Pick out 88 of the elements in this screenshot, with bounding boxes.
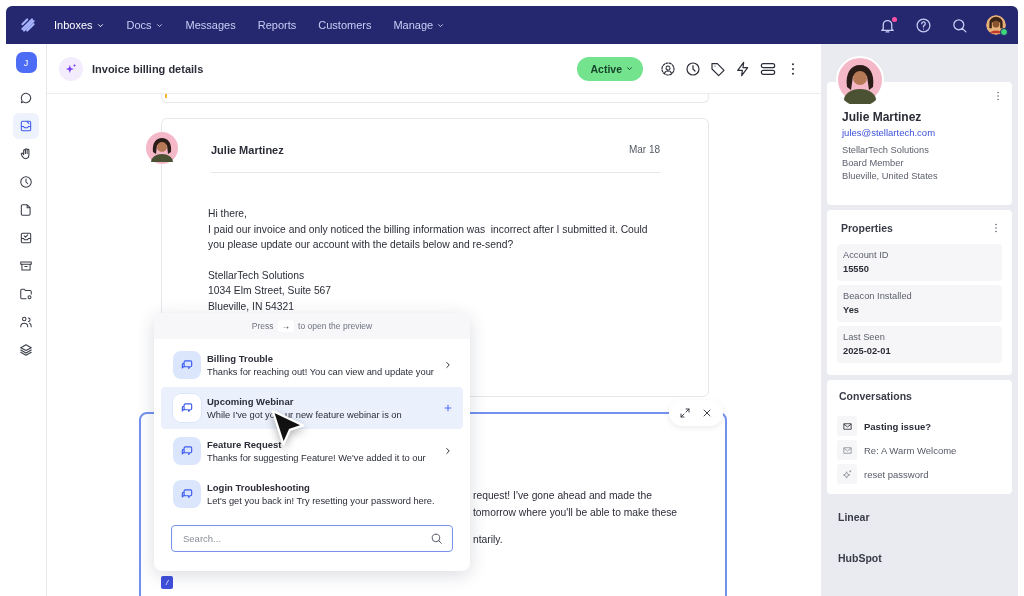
saved-reply-item[interactable]: Billing Trouble Thanks for reaching out! You can view and update your bbox=[161, 344, 463, 386]
property-label: Account ID bbox=[843, 250, 889, 260]
nav-menu-item[interactable]: Docs bbox=[126, 19, 164, 31]
saved-reply-title: Feature Request bbox=[207, 439, 282, 450]
inbox-check-icon bbox=[19, 231, 33, 245]
avatar bbox=[146, 132, 178, 164]
property-label: Beacon Installed bbox=[843, 291, 912, 301]
nav-menu-item[interactable]: Inboxes bbox=[54, 19, 105, 31]
saved-reply-preview: Thanks for suggesting Feature! We've added it to our bbox=[207, 453, 426, 463]
nav-menu-item[interactable]: Manage bbox=[393, 19, 446, 31]
chevron-right-icon[interactable] bbox=[443, 360, 453, 370]
conversation-title: Invoice billing details bbox=[92, 62, 204, 75]
status-dropdown[interactable]: Active bbox=[577, 56, 643, 81]
message-text: 1034 Elm Street, Suite 567 bbox=[208, 284, 332, 298]
close-icon[interactable] bbox=[701, 407, 713, 419]
message-date: Mar 18 bbox=[628, 144, 660, 156]
hint-text: to open the preview bbox=[298, 321, 373, 331]
message-text: StellarTech Solutions bbox=[208, 268, 305, 283]
folder-icon bbox=[19, 287, 33, 301]
layers-icon bbox=[19, 343, 33, 357]
expand-icon[interactable] bbox=[679, 407, 691, 419]
mail-icon bbox=[837, 440, 857, 460]
saved-reply-preview: Thanks for reaching out! You can view and update your bbox=[207, 367, 434, 377]
people-icon bbox=[19, 315, 33, 329]
nav-menu-item[interactable]: Reports bbox=[257, 19, 297, 31]
customer-name: Julie Martinez bbox=[842, 110, 922, 124]
section-title: Conversations bbox=[839, 390, 912, 402]
logo-icon[interactable] bbox=[20, 17, 36, 33]
reply-text: ntarily. bbox=[473, 533, 503, 547]
chevron-right-icon[interactable] bbox=[443, 446, 453, 456]
saved-reply-title: Billing Trouble bbox=[207, 353, 273, 364]
integration-section-title[interactable]: Linear bbox=[838, 511, 870, 523]
sparkle-icon bbox=[59, 56, 83, 81]
lightning-icon[interactable] bbox=[735, 60, 751, 77]
archive-icon bbox=[19, 259, 33, 273]
hint-text: Press bbox=[251, 321, 274, 331]
sparkle-icon bbox=[837, 464, 857, 484]
saved-reply-title: Login Troubleshooting bbox=[207, 482, 310, 493]
tag-icon[interactable] bbox=[710, 60, 726, 77]
integration-section-title[interactable]: HubSpot bbox=[838, 552, 882, 564]
property-value: Yes bbox=[843, 305, 860, 315]
slash-command-key[interactable]: / bbox=[161, 576, 173, 589]
nav-menu-item[interactable]: Customers bbox=[318, 19, 372, 31]
caret-icon bbox=[625, 64, 634, 73]
reply-text: tomorrow where you'll be able to make these bbox=[473, 505, 677, 520]
author-name: Julie Martinez bbox=[211, 144, 284, 156]
customer-email-link[interactable]: jules@stellartech.com bbox=[842, 127, 936, 138]
saved-reply-icon bbox=[173, 437, 201, 465]
saved-reply-icon bbox=[173, 394, 201, 422]
hand-icon bbox=[19, 147, 33, 161]
help-icon[interactable] bbox=[915, 16, 932, 34]
reply-text: request! I've gone ahead and made the bbox=[473, 489, 652, 503]
message-text: Hi there, bbox=[208, 207, 247, 221]
message-text: Blueville, IN 54321 bbox=[208, 299, 294, 314]
saved-reply-item[interactable]: Feature Request Thanks for suggesting Feature! We've added it to our bbox=[161, 430, 463, 472]
clock-icon[interactable] bbox=[685, 60, 701, 77]
saved-reply-preview: Let's get you back in! Try resetting your password here. bbox=[207, 496, 435, 506]
saved-reply-icon bbox=[173, 351, 201, 379]
inbox-icon bbox=[19, 119, 33, 133]
user-avatar[interactable] bbox=[986, 15, 1006, 35]
assign-user-icon[interactable] bbox=[660, 60, 676, 77]
property-value: 2025-02-01 bbox=[843, 346, 891, 356]
conversation-link[interactable]: Pasting issue? bbox=[837, 414, 1002, 438]
customer-detail: Board Member bbox=[842, 157, 904, 170]
property-label: Last Seen bbox=[843, 332, 885, 342]
search-icon bbox=[430, 532, 443, 545]
customer-detail: Blueville, United States bbox=[842, 170, 938, 183]
nav-menu-item[interactable]: Messages bbox=[185, 19, 236, 31]
conversation-link[interactable]: Re: A Warm Welcome bbox=[837, 438, 1002, 462]
message-text: I paid our invoice and only noticed the billing information was incorrect after I submitted it. Could you please update our account with the details below and re-send? bbox=[208, 222, 649, 252]
saved-reply-item[interactable]: Login Troubleshooting Let's get you back in! Try resetting your password here. bbox=[161, 473, 463, 515]
saved-reply-icon bbox=[173, 480, 201, 508]
section-title: Properties bbox=[841, 222, 893, 234]
chat-icon bbox=[19, 91, 33, 105]
search-icon[interactable] bbox=[951, 16, 968, 34]
plus-icon[interactable] bbox=[443, 403, 453, 413]
customer-detail: StellarTech Solutions bbox=[842, 144, 929, 157]
mail-icon bbox=[837, 416, 857, 436]
clock-icon bbox=[19, 175, 33, 189]
user-initial-avatar[interactable]: J bbox=[15, 52, 37, 73]
layout-icon[interactable] bbox=[760, 60, 776, 77]
key-hint: → bbox=[277, 320, 294, 332]
document-icon bbox=[19, 203, 33, 217]
sidebar-item[interactable] bbox=[13, 113, 39, 139]
conversation-link[interactable]: reset password bbox=[837, 462, 1002, 486]
property-value: 15550 bbox=[843, 264, 869, 274]
saved-reply-title: Upcoming Webinar bbox=[207, 396, 294, 407]
search-field[interactable]: Search... bbox=[171, 525, 453, 552]
